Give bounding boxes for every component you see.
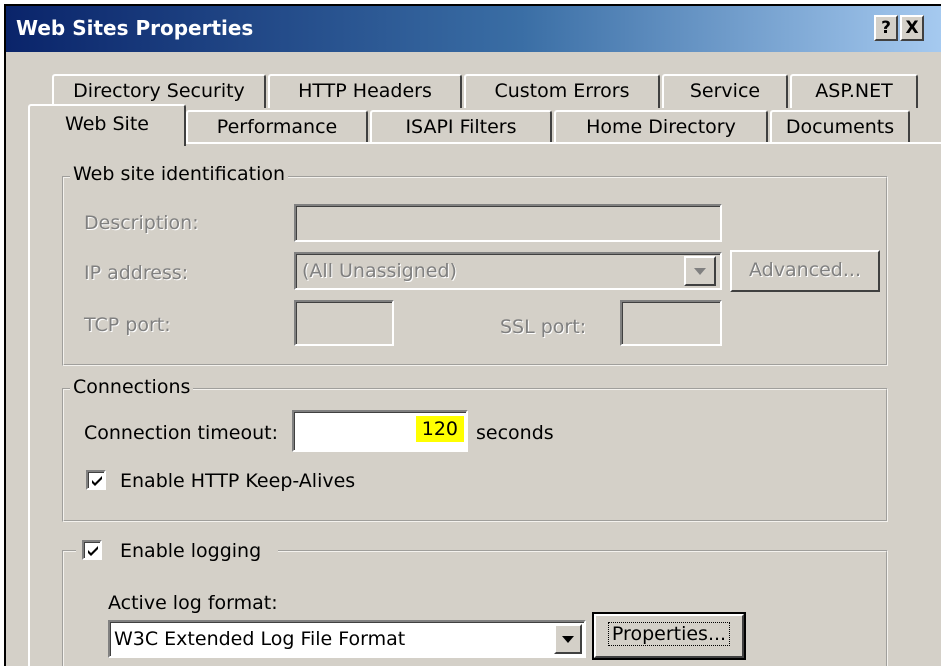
title-bar[interactable]: Web Sites Properties ? X bbox=[6, 6, 941, 52]
tab-http-headers[interactable]: HTTP Headers bbox=[268, 74, 462, 108]
tab-label: ASP.NET bbox=[815, 80, 893, 102]
close-button[interactable]: X bbox=[900, 15, 924, 41]
ip-dropdown-button[interactable] bbox=[684, 256, 716, 286]
enable-logging-checkbox[interactable] bbox=[82, 540, 102, 560]
tab-panel: Web site identification Description: IP … bbox=[28, 142, 941, 666]
log-format-dropdown-button[interactable] bbox=[554, 624, 582, 654]
ssl-port-field[interactable] bbox=[620, 300, 722, 346]
ip-address-label: IP address: bbox=[84, 262, 189, 284]
advanced-button[interactable]: Advanced... bbox=[730, 250, 880, 292]
connections-group bbox=[62, 388, 888, 522]
tab-directory-security[interactable]: Directory Security bbox=[52, 74, 266, 108]
tab-label: Service bbox=[689, 80, 761, 102]
tab-label: Performance bbox=[216, 116, 338, 138]
close-icon: X bbox=[905, 18, 919, 38]
enable-logging-label[interactable]: Enable logging bbox=[120, 540, 261, 562]
log-format-label: Active log format: bbox=[108, 592, 278, 614]
log-format-select[interactable]: W3C Extended Log File Format bbox=[108, 620, 586, 658]
tab-label: Web Site bbox=[65, 113, 149, 135]
timeout-field[interactable]: 120 bbox=[292, 410, 468, 452]
tab-service[interactable]: Service bbox=[662, 74, 788, 108]
description-field[interactable] bbox=[294, 204, 722, 242]
help-icon: ? bbox=[881, 18, 891, 38]
tab-web-site[interactable]: Web Site bbox=[28, 104, 186, 146]
identification-group-label: Web site identification bbox=[70, 163, 289, 185]
tab-label: HTTP Headers bbox=[298, 80, 432, 102]
tab-label: Documents bbox=[785, 116, 895, 138]
keepalive-label[interactable]: Enable HTTP Keep-Alives bbox=[120, 470, 355, 492]
tab-isapi-filters[interactable]: ISAPI Filters bbox=[370, 110, 552, 144]
keepalive-checkbox[interactable] bbox=[86, 470, 106, 490]
tab-asp-net[interactable]: ASP.NET bbox=[790, 74, 918, 108]
chevron-down-icon bbox=[694, 268, 706, 275]
tab-documents[interactable]: Documents bbox=[770, 110, 910, 144]
description-label: Description: bbox=[84, 212, 199, 234]
checkmark-icon bbox=[92, 476, 102, 486]
tab-home-directory[interactable]: Home Directory bbox=[554, 110, 768, 144]
properties-button[interactable]: Properties... bbox=[592, 612, 746, 660]
timeout-value: 120 bbox=[415, 416, 464, 442]
tab-label: Directory Security bbox=[73, 80, 245, 102]
tcp-port-label: TCP port: bbox=[84, 314, 171, 336]
tab-performance[interactable]: Performance bbox=[186, 110, 368, 144]
tab-label: Custom Errors bbox=[494, 80, 630, 102]
connections-group-label: Connections bbox=[70, 376, 194, 398]
log-format-value: W3C Extended Log File Format bbox=[114, 628, 406, 650]
tcp-port-field[interactable] bbox=[294, 300, 394, 346]
ip-address-select[interactable]: (All Unassigned) bbox=[294, 252, 722, 290]
chevron-down-icon bbox=[562, 636, 574, 643]
tab-label: Home Directory bbox=[586, 116, 736, 138]
help-button[interactable]: ? bbox=[874, 15, 898, 41]
ssl-port-label: SSL port: bbox=[500, 316, 587, 338]
checkmark-icon bbox=[88, 546, 98, 556]
properties-window: Web Sites Properties ? X Directory Secur… bbox=[4, 4, 941, 666]
window-title: Web Sites Properties bbox=[16, 16, 254, 40]
ip-address-value: (All Unassigned) bbox=[302, 260, 457, 282]
timeout-unit: seconds bbox=[476, 422, 554, 444]
tab-label: ISAPI Filters bbox=[405, 116, 517, 138]
tab-custom-errors[interactable]: Custom Errors bbox=[464, 74, 660, 108]
timeout-label: Connection timeout: bbox=[84, 422, 278, 444]
